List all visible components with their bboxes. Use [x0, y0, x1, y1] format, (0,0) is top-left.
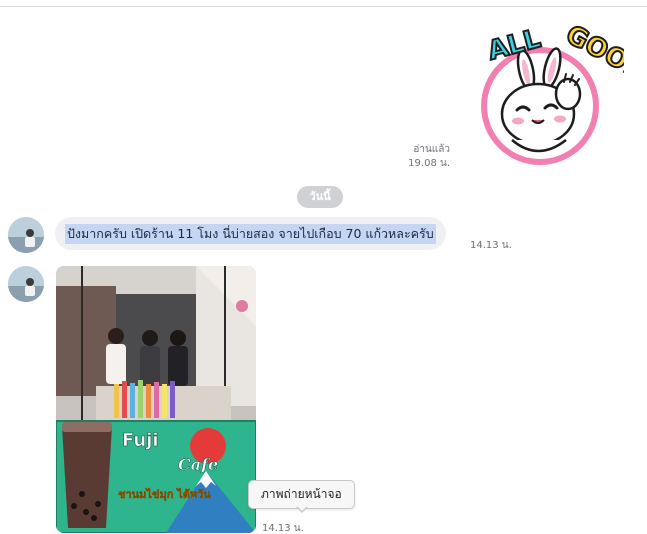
- bunny-sticker-icon[interactable]: ALL GOOD!: [474, 19, 647, 168]
- chat-window: ALL GOOD! อ่านแล้ว 19.08 น. วันนี้ ปังมา…: [0, 0, 647, 534]
- message-time: 14.13 น.: [470, 240, 512, 251]
- read-receipt-label: อ่านแล้ว: [413, 144, 450, 155]
- date-separator: วันนี้: [297, 186, 343, 208]
- avatar[interactable]: [8, 266, 44, 302]
- message-photo[interactable]: Fuji Cafe ชานมไข่มุก ไต้หวัน: [56, 266, 256, 533]
- screenshot-tooltip: ภาพถ่ายหน้าจอ: [248, 480, 355, 509]
- message-text[interactable]: ปังมากครับ เปิดร้าน 11 โมง นี่บ่ายสอง จา…: [65, 223, 436, 244]
- sign-brand-2: Cafe: [178, 455, 218, 474]
- message-bubble[interactable]: ปังมากครับ เปิดร้าน 11 โมง นี่บ่ายสอง จา…: [55, 217, 446, 250]
- sign-subtitle: ชานมไข่มุก ไต้หวัน: [118, 487, 211, 502]
- tooltip-tail-inner: [297, 506, 307, 511]
- sign-brand: Fuji: [122, 430, 159, 451]
- top-divider: [0, 6, 647, 7]
- message-time: 14.13 น.: [262, 523, 304, 534]
- read-receipt-time: 19.08 น.: [408, 158, 450, 169]
- avatar[interactable]: [8, 217, 44, 253]
